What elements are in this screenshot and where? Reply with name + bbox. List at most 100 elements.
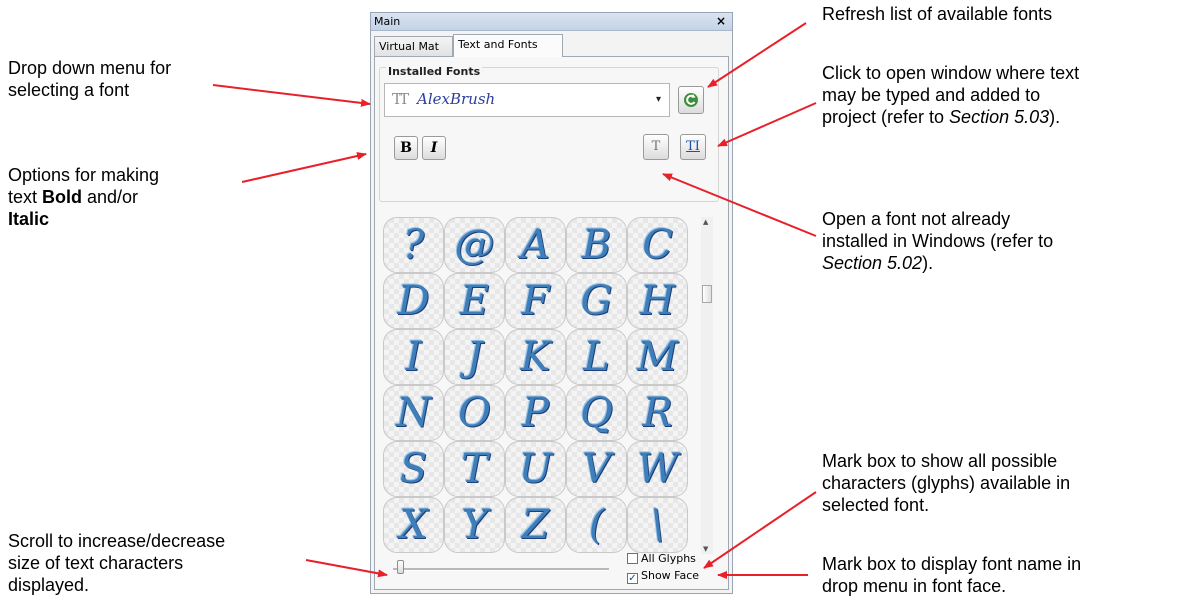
glyph-cell[interactable]: B: [566, 217, 627, 273]
glyph-char: \: [650, 502, 665, 548]
annotation-text: and/or: [82, 187, 139, 207]
glyph-char: B: [581, 222, 612, 268]
text-entry-icon: TI: [686, 139, 700, 154]
annotation-line: Drop down menu for: [8, 58, 172, 78]
glyph-cell[interactable]: @: [444, 217, 505, 273]
glyph-cell[interactable]: ?: [383, 217, 444, 273]
scroll-down-icon[interactable]: ▼: [703, 545, 708, 553]
chevron-down-icon: ▾: [655, 94, 661, 105]
glyph-char: P: [522, 390, 549, 436]
glyph-cell[interactable]: U: [505, 441, 566, 497]
truetype-icon: TT: [392, 90, 409, 108]
scrollbar-thumb[interactable]: [702, 285, 712, 303]
annotation-open-font: Open a font not already installed in Win…: [822, 208, 1053, 274]
annotation-line: project (refer to Section 5.03).: [822, 106, 1079, 128]
glyph-cell[interactable]: C: [627, 217, 688, 273]
glyph-cell[interactable]: O: [444, 385, 505, 441]
annotation-text-window: Click to open window where text may be t…: [822, 62, 1079, 128]
close-icon[interactable]: ×: [716, 13, 726, 30]
main-panel: Main × Virtual Mat Text and Fonts Instal…: [370, 12, 733, 594]
glyph-grid-scrollbar[interactable]: ▲ ▼: [701, 217, 713, 554]
scroll-up-icon[interactable]: ▲: [703, 218, 708, 226]
annotation-text: ).: [1049, 107, 1061, 127]
glyph-char: Q: [580, 390, 613, 436]
annotation-line: installed in Windows (refer to: [822, 231, 1054, 251]
bold-button[interactable]: B: [394, 136, 418, 160]
annotation-line: Italic: [8, 208, 159, 230]
glyph-cell[interactable]: F: [505, 273, 566, 329]
glyph-char: W: [636, 446, 679, 492]
annotation-line: text Bold and/or: [8, 186, 159, 208]
glyph-char: S: [399, 446, 428, 492]
glyph-cell[interactable]: M: [627, 329, 688, 385]
glyph-cell[interactable]: W: [627, 441, 688, 497]
open-font-file-button[interactable]: T: [643, 134, 669, 160]
glyph-char: C: [642, 222, 673, 268]
glyph-char: R: [642, 390, 673, 436]
annotation-refresh: Refresh list of available fonts: [822, 3, 1052, 25]
annotation-line: drop menu in font face.: [822, 576, 1007, 596]
tab-virtual-mat[interactable]: Virtual Mat: [374, 36, 453, 56]
glyph-cell[interactable]: P: [505, 385, 566, 441]
annotation-bold-word: Bold: [42, 187, 83, 207]
glyph-cell[interactable]: G: [566, 273, 627, 329]
glyph-char: A: [521, 222, 550, 268]
panel-title: Main: [374, 15, 401, 28]
glyph-cell[interactable]: T: [444, 441, 505, 497]
glyph-cell[interactable]: H: [627, 273, 688, 329]
glyph-cell[interactable]: D: [383, 273, 444, 329]
annotation-section-ref: Section 5.02: [822, 253, 923, 273]
glyph-cell[interactable]: Y: [444, 497, 505, 553]
annotation-line: Click to open window where text: [822, 63, 1080, 83]
annotation-line: selected font.: [822, 495, 930, 515]
all-glyphs-label: All Glyphs: [641, 552, 696, 565]
glyph-cell[interactable]: (: [566, 497, 627, 553]
glyph-char: V: [582, 446, 611, 492]
glyph-cell[interactable]: X: [383, 497, 444, 553]
selected-font-name: AlexBrush: [417, 90, 496, 108]
show-face-label: Show Face: [641, 569, 700, 582]
glyph-cell[interactable]: \: [627, 497, 688, 553]
refresh-icon: [684, 93, 698, 107]
glyph-cell[interactable]: A: [505, 217, 566, 273]
tab-text-and-fonts[interactable]: Text and Fonts: [453, 34, 563, 57]
all-glyphs-checkbox[interactable]: [627, 553, 638, 564]
glyph-cell[interactable]: E: [444, 273, 505, 329]
show-face-checkbox[interactable]: ✓: [627, 573, 638, 584]
glyph-cell[interactable]: V: [566, 441, 627, 497]
annotation-dropdown: Drop down menu for selecting a font: [8, 57, 171, 101]
glyph-cell[interactable]: S: [383, 441, 444, 497]
all-glyphs-option[interactable]: All Glyphs: [627, 552, 696, 567]
annotation-line: Section 5.02).: [822, 252, 1053, 274]
annotation-line: Options for making: [8, 165, 160, 185]
annotation-line: may be typed and added to: [822, 85, 1041, 105]
glyph-cell[interactable]: K: [505, 329, 566, 385]
glyph-cell[interactable]: L: [566, 329, 627, 385]
annotation-line: Mark box to display font name in: [822, 554, 1082, 574]
refresh-fonts-button[interactable]: [678, 86, 704, 114]
annotation-line: Refresh list of available fonts: [822, 4, 1053, 24]
glyph-char: Y: [461, 502, 488, 548]
font-dropdown[interactable]: TT AlexBrush ▾: [384, 83, 670, 117]
open-font-icon: T: [651, 139, 661, 154]
panel-titlebar: Main ×: [371, 13, 732, 31]
italic-button[interactable]: I: [422, 136, 446, 160]
glyph-size-slider-track[interactable]: [393, 568, 609, 571]
glyph-cell[interactable]: N: [383, 385, 444, 441]
glyph-cell[interactable]: Q: [566, 385, 627, 441]
arrow-bold-italic: [241, 152, 367, 183]
glyph-cell[interactable]: Z: [505, 497, 566, 553]
glyph-char: G: [580, 278, 613, 324]
annotation-line: Mark box to show all possible: [822, 451, 1058, 471]
glyph-char: D: [397, 278, 430, 324]
glyph-cell[interactable]: J: [444, 329, 505, 385]
annotation-line: selecting a font: [8, 80, 130, 100]
glyph-cell[interactable]: I: [383, 329, 444, 385]
text-entry-window-button[interactable]: TI: [680, 134, 706, 160]
show-face-option[interactable]: ✓ Show Face: [627, 569, 699, 584]
annotation-italic-word: Italic: [8, 209, 50, 229]
glyph-cell[interactable]: R: [627, 385, 688, 441]
installed-fonts-label: Installed Fonts: [386, 65, 483, 78]
glyph-size-slider-thumb[interactable]: [397, 560, 405, 574]
annotation-section-ref: Section 5.03: [949, 107, 1050, 127]
